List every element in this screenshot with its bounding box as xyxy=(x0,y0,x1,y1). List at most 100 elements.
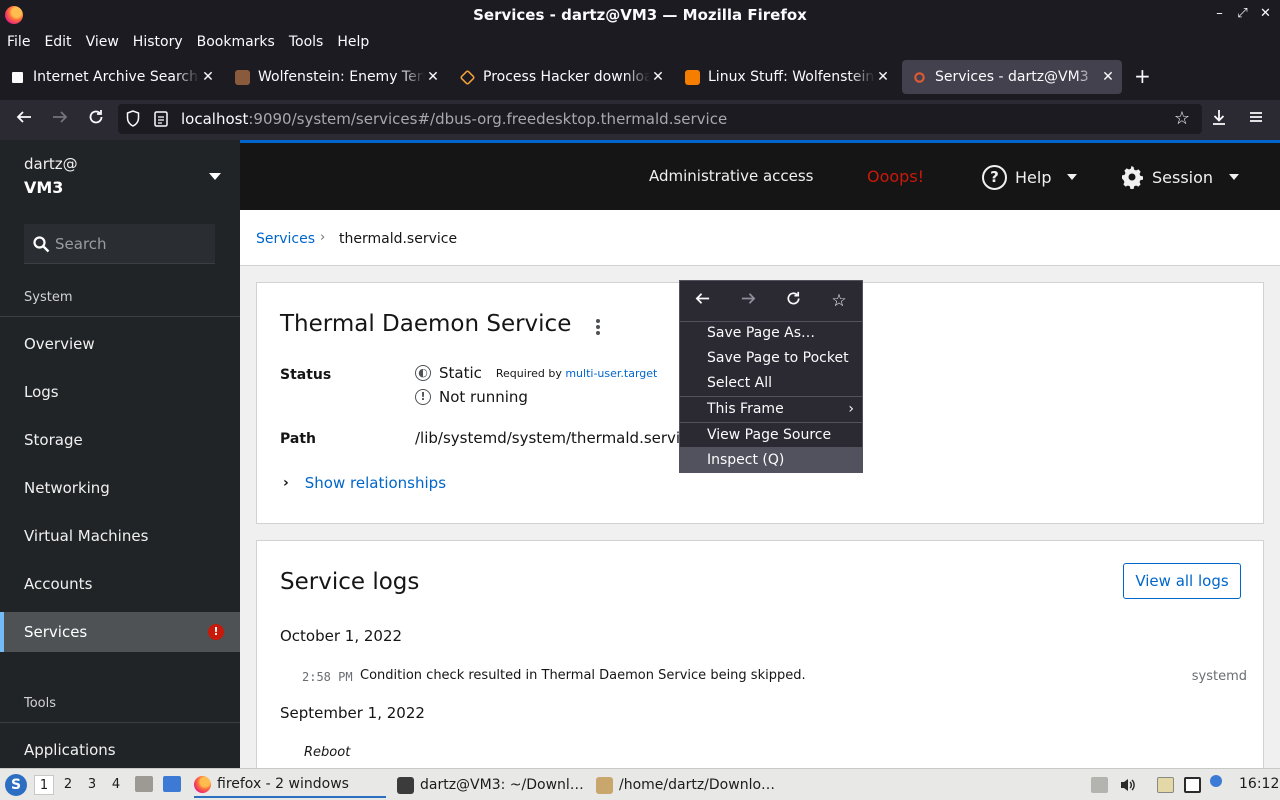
taskbar-clock[interactable]: 16:12 xyxy=(1239,776,1279,792)
downloads-button[interactable] xyxy=(1208,108,1230,130)
breadcrumb-services-link[interactable]: Services xyxy=(256,231,315,247)
menu-bookmarks[interactable]: Bookmarks xyxy=(197,34,275,50)
maximize-button[interactable]: ⤢ xyxy=(1234,4,1251,24)
log-date-heading: October 1, 2022 xyxy=(280,627,403,645)
workspace-4[interactable]: 4 xyxy=(106,775,126,795)
menu-help[interactable]: Help xyxy=(337,34,369,50)
task-firefox[interactable]: firefox - 2 windows xyxy=(194,772,386,798)
network-icon[interactable] xyxy=(1184,777,1201,793)
session-label: Session xyxy=(1152,167,1214,187)
task-terminal[interactable]: dartz@VM3: ~/Downl… xyxy=(397,772,587,798)
task-file-manager[interactable]: /home/dartz/Downlo… xyxy=(596,772,786,798)
forward-button[interactable] xyxy=(49,108,71,130)
app-menu-button[interactable] xyxy=(1245,108,1267,130)
help-label: Help xyxy=(1015,167,1052,187)
clipboard-icon[interactable] xyxy=(1157,777,1174,793)
context-back-button[interactable] xyxy=(691,290,713,312)
context-forward-button[interactable] xyxy=(737,290,759,312)
sidebar-item-storage[interactable]: Storage xyxy=(0,420,240,460)
host-switcher-caret-icon[interactable] xyxy=(209,173,221,180)
menu-view[interactable]: View xyxy=(86,34,119,50)
administrative-access-button[interactable]: Administrative access xyxy=(649,167,814,185)
host-name[interactable]: VM3 xyxy=(24,178,63,197)
close-tab-icon[interactable]: ✕ xyxy=(200,69,216,85)
context-save-to-pocket[interactable]: Save Page to Pocket xyxy=(680,346,862,370)
context-bookmark-button[interactable]: ☆ xyxy=(828,290,850,312)
sidebar-item-overview[interactable]: Overview xyxy=(0,324,240,364)
status-label: Status xyxy=(280,367,332,383)
tab-label: Process Hacker download xyxy=(483,69,650,85)
context-menu: ☆ Save Page As… Save Page to Pocket Sele… xyxy=(679,280,863,473)
tab-internet-archive[interactable]: Internet Archive Search: ✕ xyxy=(0,60,222,94)
url-text[interactable]: localhost:9090/system/services#/dbus-org… xyxy=(181,110,727,128)
required-by-target-link[interactable]: multi-user.target xyxy=(565,367,657,380)
service-alert-icon: ! xyxy=(208,624,224,640)
status-running-text: Not running xyxy=(439,388,528,406)
context-reload-button[interactable] xyxy=(782,290,804,312)
notification-icon[interactable] xyxy=(1210,775,1222,787)
menu-tools[interactable]: Tools xyxy=(289,34,324,50)
show-relationships-toggle[interactable]: › Show relationships xyxy=(283,474,446,492)
close-tab-icon[interactable]: ✕ xyxy=(875,69,891,85)
context-view-page-source[interactable]: View Page Source xyxy=(680,423,862,447)
tracking-shield-icon[interactable] xyxy=(126,110,140,127)
context-nav-row: ☆ xyxy=(680,281,862,321)
search-input[interactable] xyxy=(55,232,205,256)
log-date-heading: September 1, 2022 xyxy=(280,704,425,722)
log-message: Condition check resulted in Thermal Daem… xyxy=(360,668,806,683)
kebab-menu-icon[interactable] xyxy=(596,319,600,337)
start-menu-icon[interactable]: S xyxy=(5,774,27,796)
host-user[interactable]: dartz@ xyxy=(24,155,78,173)
workspace-2[interactable]: 2 xyxy=(58,775,78,795)
chevron-right-icon: › xyxy=(283,475,289,491)
tab-process-hacker[interactable]: Process Hacker download ✕ xyxy=(450,60,672,94)
close-window-button[interactable]: ✕ xyxy=(1257,4,1274,24)
close-tab-icon[interactable]: ✕ xyxy=(1100,69,1116,85)
sidebar-item-services[interactable]: Services ! xyxy=(0,612,240,652)
help-menu-button[interactable]: ? Help xyxy=(982,163,1078,191)
error-indicator[interactable]: Ooops! xyxy=(867,167,924,186)
close-tab-icon[interactable]: ✕ xyxy=(650,69,666,85)
new-tab-button[interactable]: + xyxy=(1134,64,1151,88)
reload-button[interactable] xyxy=(85,108,107,130)
wolfenstein-icon xyxy=(235,69,250,85)
sidebar-item-virtual-machines[interactable]: Virtual Machines xyxy=(0,516,240,556)
context-this-frame[interactable]: This Frame › xyxy=(680,397,862,421)
minimize-button[interactable]: – xyxy=(1211,4,1228,24)
menu-history[interactable]: History xyxy=(133,34,183,50)
arrow-left-icon xyxy=(695,293,709,304)
arrow-right-icon xyxy=(741,293,755,304)
url-bar[interactable]: localhost:9090/system/services#/dbus-org… xyxy=(118,104,1202,134)
sidebar-item-logs[interactable]: Logs xyxy=(0,372,240,412)
session-menu-button[interactable]: Session xyxy=(1120,163,1240,191)
required-by-prefix: Required by xyxy=(495,366,562,380)
tab-services[interactable]: Services - dartz@VM3 ✕ xyxy=(902,60,1122,94)
static-state-icon: ◐ xyxy=(415,365,431,381)
bookmark-star-icon[interactable]: ☆ xyxy=(1174,108,1190,129)
sidebar-search[interactable] xyxy=(24,224,215,264)
page-info-icon[interactable] xyxy=(154,110,168,127)
file-manager-icon[interactable] xyxy=(135,776,153,792)
show-desktop-icon[interactable] xyxy=(163,776,181,792)
volume-icon[interactable] xyxy=(1119,777,1136,793)
updates-icon[interactable] xyxy=(1091,777,1108,793)
context-select-all[interactable]: Select All xyxy=(680,371,862,395)
sidebar-item-applications[interactable]: Applications xyxy=(0,730,240,770)
sidebar-item-networking[interactable]: Networking xyxy=(0,468,240,508)
menu-edit[interactable]: Edit xyxy=(44,34,71,50)
view-all-logs-button[interactable]: View all logs xyxy=(1123,563,1241,599)
close-tab-icon[interactable]: ✕ xyxy=(425,69,441,85)
breadcrumb-current: thermald.service xyxy=(339,231,458,247)
cockpit-icon xyxy=(914,71,925,83)
menu-file[interactable]: File xyxy=(7,34,30,50)
tab-linux-stuff[interactable]: Linux Stuff: Wolfenstein: ✕ xyxy=(675,60,897,94)
tab-label: Linux Stuff: Wolfenstein: xyxy=(708,69,875,85)
workspace-3[interactable]: 3 xyxy=(82,775,102,795)
task-label: dartz@VM3: ~/Downl… xyxy=(420,777,584,793)
context-inspect[interactable]: Inspect (Q) xyxy=(680,448,862,472)
tab-wolfenstein[interactable]: Wolfenstein: Enemy Territory ✕ xyxy=(225,60,447,94)
sidebar-item-accounts[interactable]: Accounts xyxy=(0,564,240,604)
context-save-page-as[interactable]: Save Page As… xyxy=(680,321,862,345)
back-button[interactable] xyxy=(13,108,35,130)
workspace-1[interactable]: 1 xyxy=(34,775,54,795)
